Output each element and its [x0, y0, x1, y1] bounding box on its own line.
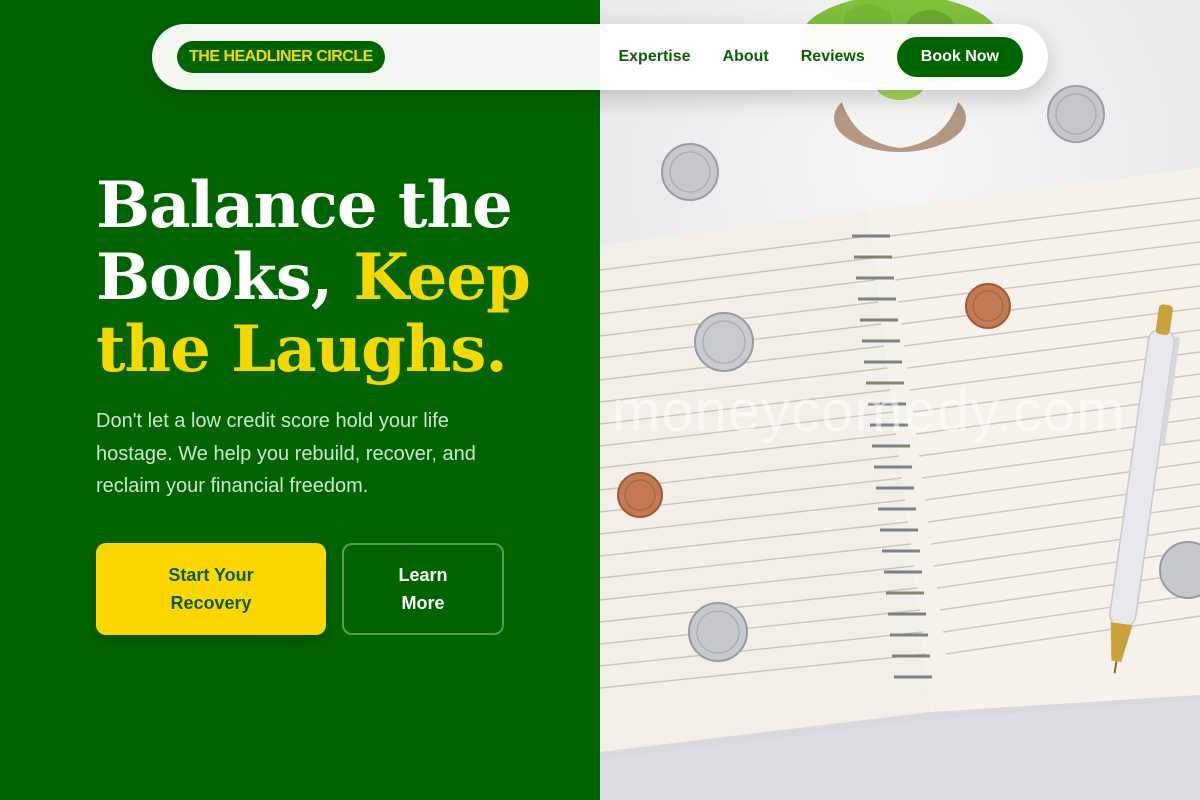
hero-image: [600, 0, 1200, 800]
hero-title-line1: Balance the: [96, 168, 513, 243]
brand-logo[interactable]: THE HEADLINER CIRCLE: [177, 41, 385, 73]
top-navbar: THE HEADLINER CIRCLE Expertise About Rev…: [152, 24, 1048, 90]
hero-title-accent-laughs: the Laughs.: [96, 312, 508, 387]
hero-title-accent-keep: Keep: [353, 240, 530, 315]
nav-links: Expertise About Reviews Book Now: [618, 37, 1023, 77]
hero-background: [0, 0, 600, 800]
nav-link-about[interactable]: About: [723, 48, 769, 66]
nav-link-reviews[interactable]: Reviews: [801, 48, 865, 66]
hero-title: Balance the Books, Keep the Laughs.: [96, 170, 576, 386]
learn-more-button[interactable]: Learn More: [342, 543, 504, 635]
notebook-photo-illustration: [600, 0, 1200, 760]
hero-subtitle: Don't let a low credit score hold your l…: [96, 410, 476, 497]
nav-link-expertise[interactable]: Expertise: [618, 48, 690, 66]
book-now-button[interactable]: Book Now: [896, 37, 1023, 77]
start-recovery-button[interactable]: Start Your Recovery: [96, 543, 326, 635]
hero-title-line2: Books,: [96, 240, 354, 315]
